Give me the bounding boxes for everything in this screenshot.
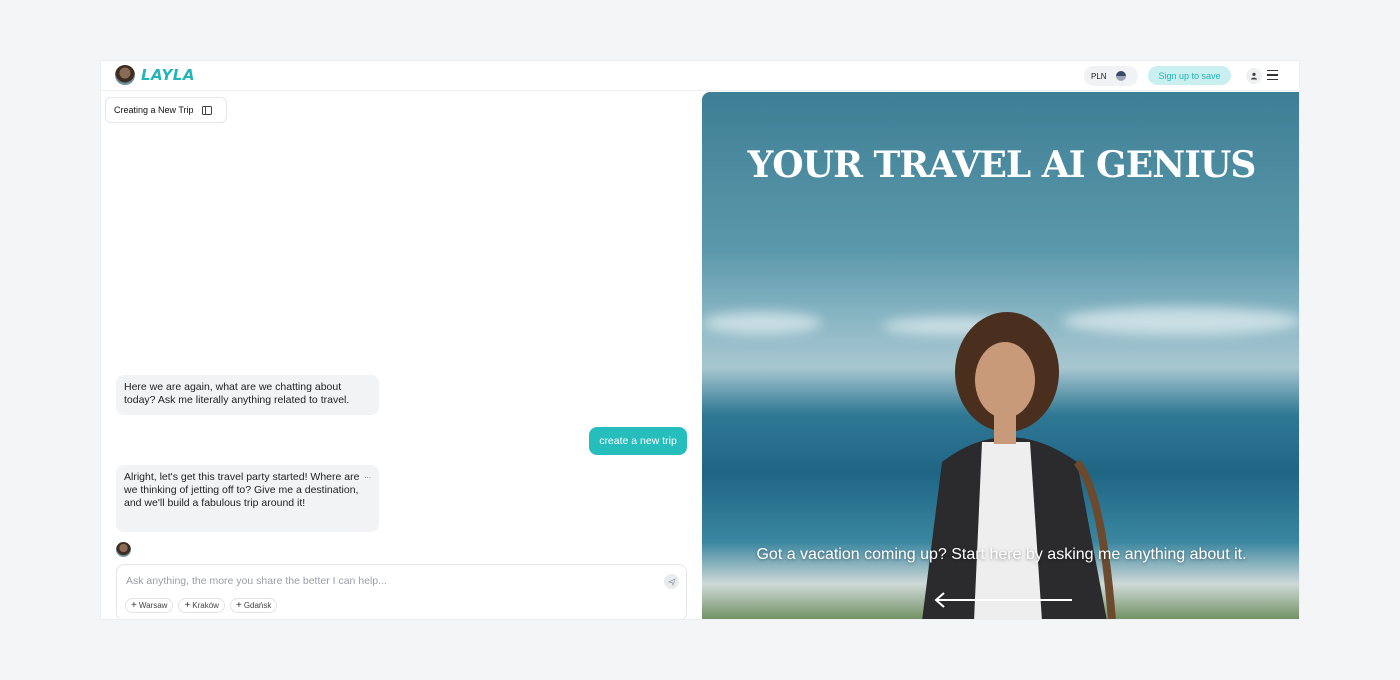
hero-subtitle: Got a vacation coming up? Start here by … [756, 546, 1247, 563]
hamburger-menu-icon[interactable] [1267, 70, 1278, 80]
send-button[interactable] [664, 574, 679, 589]
user-icon[interactable] [1246, 68, 1262, 84]
currency-label: PLN [1091, 71, 1107, 81]
suggestion-chip[interactable]: + Kraków [178, 598, 225, 613]
assistant-message: Here we are again, what are we chatting … [116, 375, 379, 415]
hero-panel: YOUR TRAVEL AI GENIUS Got a vacation com… [702, 92, 1299, 619]
message-composer: +Warsaw +Kraków +Gdańsk [116, 564, 687, 619]
plus-icon: + [235, 599, 242, 611]
cloud [702, 312, 822, 334]
currency-selector[interactable]: PLN [1084, 66, 1138, 86]
assistant-avatar [116, 542, 131, 557]
hero-title: YOUR TRAVEL AI GENIUS [747, 144, 1257, 186]
message-more-icon[interactable]: ... [364, 469, 371, 482]
trip-tab-label: Creating a New Trip [114, 105, 194, 115]
plus-icon: + [184, 599, 191, 611]
send-icon [667, 577, 676, 586]
sign-up-button[interactable]: Sign up to save [1148, 66, 1231, 85]
logo-text: LAYLA [141, 66, 195, 84]
suggestion-chip[interactable]: + Warsaw [125, 598, 174, 613]
logo-avatar [115, 65, 135, 85]
user-message: create a new trip [589, 427, 687, 455]
logo[interactable]: LAYLA [115, 65, 195, 85]
sidebar-toggle-icon[interactable] [201, 105, 212, 115]
chat-pane: Creating a New Trip Here we are again, w… [101, 92, 701, 619]
suggestion-chips: + Warsaw + Kraków + Gdańsk [125, 598, 278, 613]
app-window: LAYLA PLN Sign up to save Creating a New… [100, 60, 1300, 620]
chat-input[interactable] [126, 573, 646, 589]
traveler-image [922, 312, 1116, 619]
trip-tab[interactable]: Creating a New Trip [105, 97, 227, 123]
suggestion-chip[interactable]: + Gdańsk [229, 598, 278, 613]
assistant-message-text: Alright, let's get this travel party sta… [124, 471, 360, 509]
top-bar: LAYLA PLN Sign up to save [101, 61, 1299, 91]
arrow-left-icon[interactable] [932, 590, 1074, 610]
assistant-message: Alright, let's get this travel party sta… [116, 465, 379, 532]
globe-icon [1115, 71, 1126, 81]
plus-icon: + [131, 599, 137, 611]
